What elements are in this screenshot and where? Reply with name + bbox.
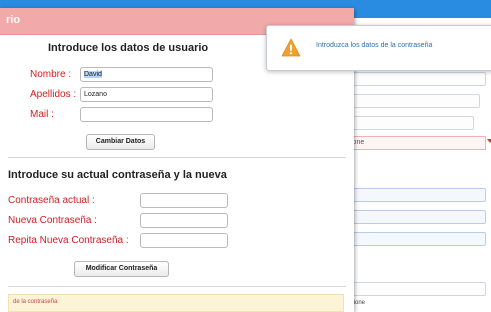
new-password-label: Nueva Contraseña :	[8, 215, 97, 226]
background-select[interactable]: ione	[348, 136, 486, 150]
new-password-field[interactable]	[140, 213, 228, 228]
chevron-down-icon	[487, 139, 491, 143]
mail-field[interactable]	[80, 107, 213, 122]
info-bar: de la contraseña	[8, 294, 344, 312]
password-section-title: Introduce su actual contraseña y la nuev…	[8, 169, 227, 181]
nombre-value: David	[84, 71, 102, 78]
info-bar-text: de la contraseña	[13, 299, 58, 305]
repeat-password-label: Repita Nueva Contraseña :	[8, 235, 129, 246]
nombre-label: Nombre :	[30, 69, 72, 80]
background-field[interactable]	[348, 94, 480, 108]
change-data-button[interactable]: Cambiar Datos	[86, 134, 155, 150]
toast-message: Introduzca los datos de la contraseña	[316, 42, 433, 49]
notification-toast: Introduzca los datos de la contraseña	[266, 25, 491, 71]
background-field[interactable]	[348, 210, 486, 224]
section-divider	[8, 157, 346, 158]
background-field[interactable]	[348, 232, 486, 246]
background-field[interactable]	[348, 72, 486, 86]
user-section-title: Introduce los datos de usuario	[48, 42, 209, 54]
current-password-label: Contraseña actual :	[8, 195, 95, 206]
apellidos-value: Lozano	[84, 91, 107, 98]
repeat-password-field[interactable]	[140, 233, 228, 248]
apellidos-field[interactable]: Lozano	[80, 87, 213, 102]
background-field[interactable]	[348, 188, 486, 202]
current-password-field[interactable]	[140, 193, 228, 208]
background-field[interactable]	[348, 282, 486, 296]
mail-label: Mail :	[30, 109, 54, 120]
section-divider	[8, 286, 346, 287]
warning-icon	[281, 38, 301, 57]
background-field[interactable]	[348, 116, 474, 130]
nombre-field[interactable]: David	[80, 67, 213, 82]
modal-title: rio	[6, 14, 21, 26]
page: ione tione rio Introduce los datos de us…	[0, 0, 491, 312]
modify-password-button[interactable]: Modificar Contraseña	[74, 261, 169, 277]
apellidos-label: Apellidos :	[30, 89, 77, 100]
